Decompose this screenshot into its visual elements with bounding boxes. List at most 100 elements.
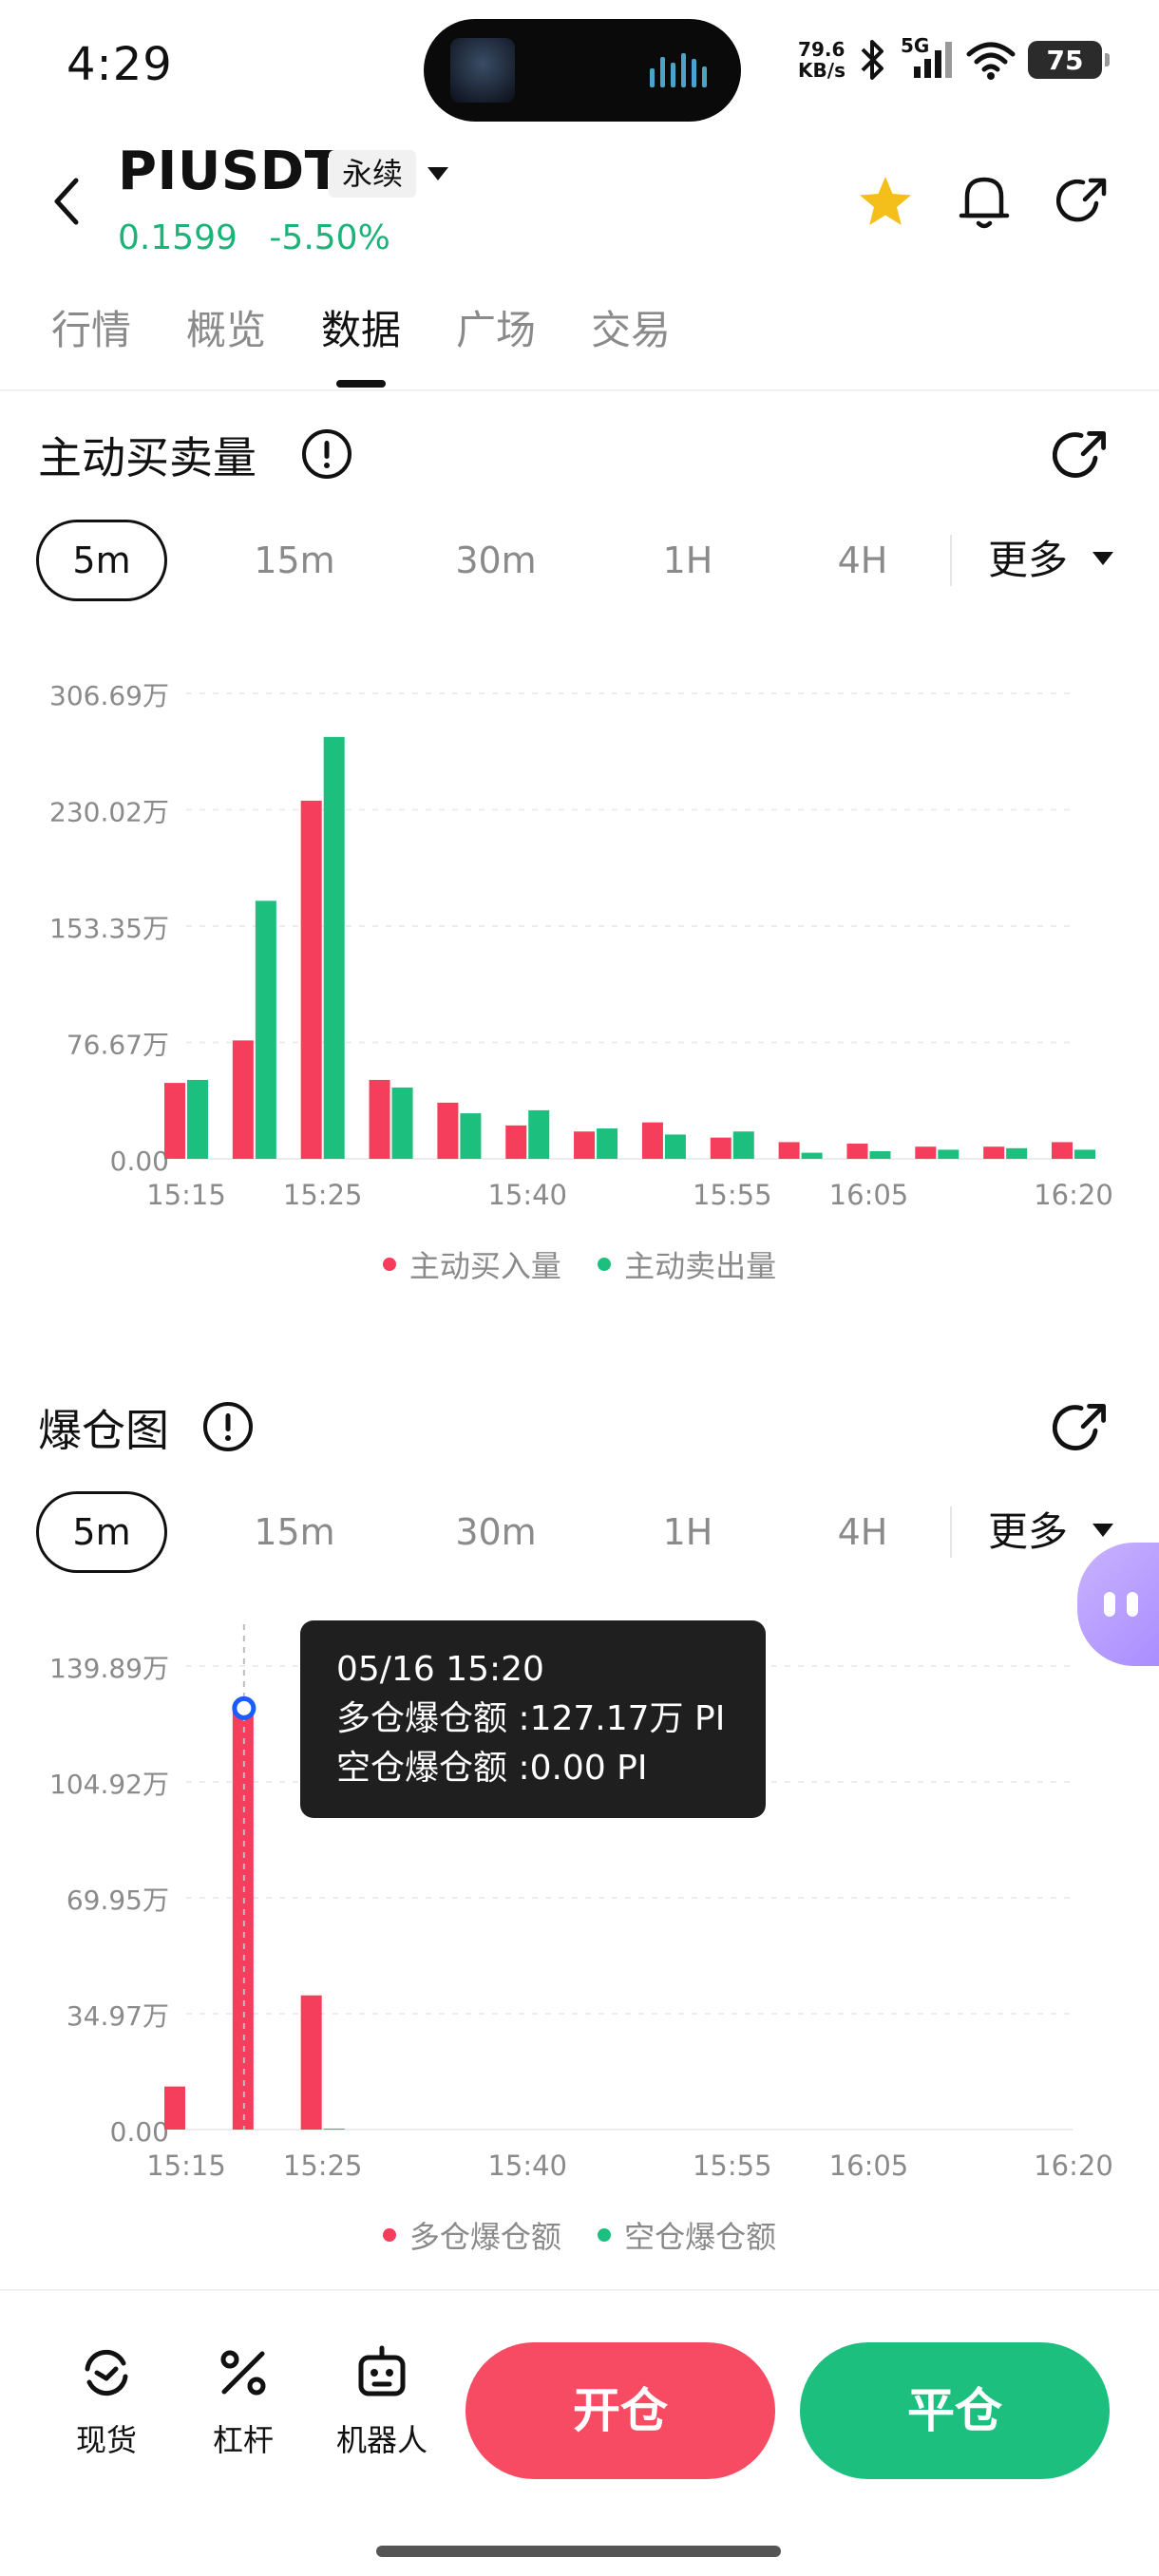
header: PIUSDT 永续 0.1599 -5.50% xyxy=(0,133,1159,275)
bar-a[interactable] xyxy=(505,1125,527,1159)
bar-b[interactable] xyxy=(323,2128,345,2130)
bar-a[interactable] xyxy=(846,1144,868,1159)
taker-volume-title: 主动买卖量 xyxy=(38,432,256,483)
swap-circle-icon xyxy=(85,2349,128,2396)
chevron-left-icon xyxy=(54,178,79,225)
battery-indicator: 75 xyxy=(1028,41,1110,79)
bar-a[interactable] xyxy=(983,1146,1005,1159)
legend-item-buy[interactable]: 主动买入量 xyxy=(382,1242,561,1286)
bar-b[interactable] xyxy=(460,1113,482,1159)
caret-down-icon[interactable] xyxy=(1091,1522,1115,1539)
bar-a[interactable] xyxy=(437,1102,459,1159)
interval-15m[interactable]: 15m xyxy=(238,1491,352,1573)
bar-a[interactable] xyxy=(232,1708,254,2130)
y-tick-label: 139.89万 xyxy=(49,1653,169,1684)
bar-a[interactable] xyxy=(300,1995,322,2130)
taker-share-icon[interactable] xyxy=(1053,427,1110,484)
open-position-button[interactable]: 开仓 xyxy=(466,2342,775,2479)
bar-b[interactable] xyxy=(1006,1147,1028,1159)
status-icons: 79.6 KB/s 5G 75 xyxy=(798,34,1110,82)
bot-button[interactable]: 机器人 xyxy=(325,2342,439,2460)
tab-market[interactable]: 行情 xyxy=(51,298,131,356)
interval-1h[interactable]: 1H xyxy=(631,520,745,601)
bell-icon xyxy=(959,177,1010,229)
y-tick-label: 306.69万 xyxy=(49,680,169,711)
bar-b[interactable] xyxy=(869,1151,891,1159)
legend-item-short[interactable]: 空仓爆仓额 xyxy=(598,2213,776,2257)
net-speed-value: 79.6 xyxy=(798,38,846,61)
tab-trade[interactable]: 交易 xyxy=(591,298,671,356)
bar-a[interactable] xyxy=(164,1083,185,1159)
x-tick-label: 15:25 xyxy=(283,1179,363,1211)
interval-30m[interactable]: 30m xyxy=(439,520,553,601)
bar-a[interactable] xyxy=(164,2086,185,2130)
bar-a[interactable] xyxy=(778,1142,800,1159)
bar-a[interactable] xyxy=(300,800,322,1159)
x-tick-label: 16:05 xyxy=(829,1179,909,1211)
bar-b[interactable] xyxy=(1074,1149,1095,1159)
bottom-action-bar: 现货 杠杆 机器人 开仓 平仓 xyxy=(0,2289,1159,2479)
bar-b[interactable] xyxy=(528,1109,550,1159)
leverage-button[interactable]: 杠杆 xyxy=(186,2342,300,2460)
home-indicator[interactable] xyxy=(376,2546,781,2557)
info-icon[interactable] xyxy=(201,1400,255,1453)
interval-30m[interactable]: 30m xyxy=(439,1491,553,1573)
interval-5m[interactable]: 5m xyxy=(36,520,167,601)
interval-1h[interactable]: 1H xyxy=(631,1491,745,1573)
x-tick-label: 15:40 xyxy=(487,2150,567,2182)
bar-a[interactable] xyxy=(641,1122,663,1159)
liquidation-share-icon[interactable] xyxy=(1053,1400,1110,1457)
caret-down-icon[interactable] xyxy=(1091,550,1115,567)
more-intervals-button[interactable]: 更多 xyxy=(988,1491,1068,1573)
robot-icon xyxy=(358,2345,406,2396)
interval-5m[interactable]: 5m xyxy=(36,1491,167,1573)
legend-dot-sell xyxy=(598,1258,612,1271)
bar-a[interactable] xyxy=(369,1079,390,1159)
bar-b[interactable] xyxy=(323,736,345,1159)
y-tick-label: 76.67万 xyxy=(66,1030,169,1061)
spot-button[interactable]: 现货 xyxy=(49,2342,163,2460)
bar-b[interactable] xyxy=(938,1149,960,1159)
bar-a[interactable] xyxy=(1052,1142,1073,1159)
taker-volume-chart[interactable]: 0.00 76.67万 153.35万 230.02万 306.69万 15:15 15:2… xyxy=(0,655,1159,1225)
x-tick-label: 15:25 xyxy=(283,2150,363,2182)
contract-type-badge[interactable]: 永续 xyxy=(329,150,417,198)
share-button[interactable] xyxy=(1049,167,1117,236)
legend-label-sell: 主动卖出量 xyxy=(624,1248,777,1284)
bar-b[interactable] xyxy=(187,1079,208,1159)
interval-15m[interactable]: 15m xyxy=(238,520,352,601)
back-button[interactable] xyxy=(38,163,95,239)
bar-b[interactable] xyxy=(255,900,276,1159)
bar-b[interactable] xyxy=(597,1128,618,1159)
info-icon[interactable] xyxy=(300,427,353,481)
x-tick-label: 15:55 xyxy=(693,2150,772,2182)
tab-data[interactable]: 数据 xyxy=(321,298,401,356)
favorite-button[interactable] xyxy=(851,167,920,236)
interval-4h[interactable]: 4H xyxy=(806,1491,920,1573)
assistant-eye-icon xyxy=(1127,1592,1138,1617)
tab-overview[interactable]: 概览 xyxy=(186,298,266,356)
bar-b[interactable] xyxy=(732,1131,754,1159)
bar-a[interactable] xyxy=(915,1146,937,1159)
alert-button[interactable] xyxy=(950,167,1018,236)
interval-4h[interactable]: 4H xyxy=(806,520,920,601)
highlight-point xyxy=(232,1695,256,1720)
symbol-title[interactable]: PIUSDT xyxy=(118,141,341,202)
bar-a[interactable] xyxy=(710,1137,732,1159)
more-intervals-button[interactable]: 更多 xyxy=(988,520,1068,601)
y-tick-label: 0.00 xyxy=(110,1146,169,1177)
caret-down-icon[interactable] xyxy=(426,165,450,182)
bar-a[interactable] xyxy=(574,1131,596,1159)
wifi-icon xyxy=(966,42,1016,80)
close-position-button[interactable]: 平仓 xyxy=(800,2342,1110,2479)
bar-b[interactable] xyxy=(391,1087,413,1159)
legend-item-long[interactable]: 多仓爆仓额 xyxy=(382,2213,561,2257)
bar-a[interactable] xyxy=(232,1040,254,1159)
price-change: -5.50% xyxy=(269,218,390,257)
bar-b[interactable] xyxy=(664,1134,686,1159)
tab-square[interactable]: 广场 xyxy=(456,298,536,356)
divider xyxy=(950,1506,952,1558)
taker-legend: 主动买入量 主动卖出量 xyxy=(0,1242,1159,1286)
bar-b[interactable] xyxy=(801,1152,823,1159)
legend-item-sell[interactable]: 主动卖出量 xyxy=(598,1242,776,1286)
